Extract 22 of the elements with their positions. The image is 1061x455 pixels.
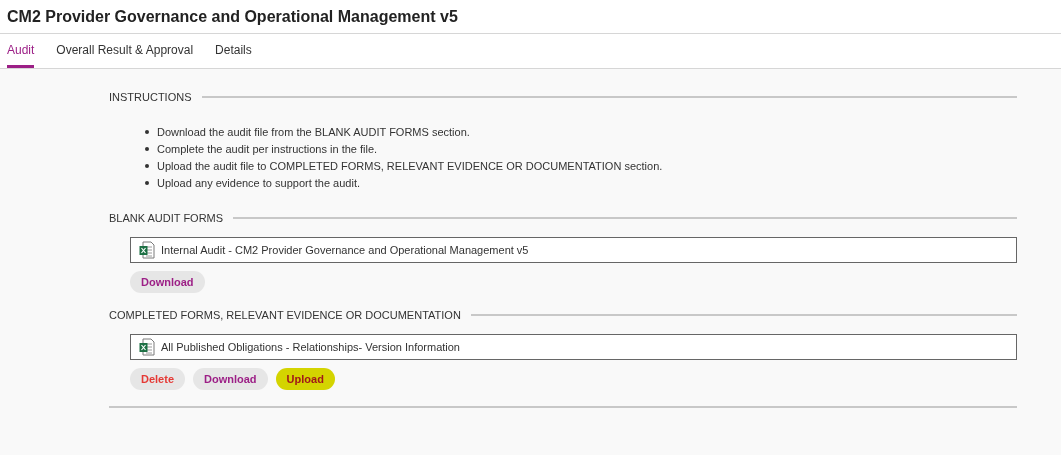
- file-row[interactable]: Internal Audit - CM2 Provider Governance and Operational Management v5: [130, 237, 1017, 263]
- action-button[interactable]: Download: [130, 271, 205, 293]
- action-button[interactable]: Upload: [275, 368, 335, 390]
- section-heading: INSTRUCTIONS: [109, 91, 192, 103]
- tab[interactable]: Audit: [7, 34, 35, 68]
- bullet-icon: [145, 146, 149, 151]
- instruction-text: Complete the audit per instructions in the file.: [157, 142, 378, 155]
- section-heading: COMPLETED FORMS, RELEVANT EVIDENCE OR DOCUMENTATION: [109, 309, 461, 321]
- section-heading: BLANK AUDIT FORMS: [109, 212, 224, 224]
- bullet-icon: [145, 180, 149, 185]
- bullet-icon: [145, 163, 149, 168]
- page-title: CM2 Provider Governance and Operational Management v5: [7, 7, 458, 26]
- spreadsheet-file-icon: [139, 241, 155, 259]
- tab[interactable]: Details: [215, 34, 252, 68]
- tab[interactable]: Overall Result & Approval: [56, 34, 194, 68]
- action-button[interactable]: Download: [193, 368, 268, 390]
- spreadsheet-file-icon: [139, 338, 155, 356]
- instruction-text: Upload any evidence to support the audit.: [157, 176, 361, 189]
- bullet-icon: [145, 129, 149, 134]
- instruction-text: Upload the audit file to COMPLETED FORMS, RELEVANT EVIDENCE OR DOCUMENTATION section.: [157, 159, 663, 172]
- instruction-text: Download the audit file from the BLANK AUDIT FORMS section.: [157, 125, 470, 138]
- file-row[interactable]: All Published Obligations - Relationships- Version Information: [130, 334, 1017, 360]
